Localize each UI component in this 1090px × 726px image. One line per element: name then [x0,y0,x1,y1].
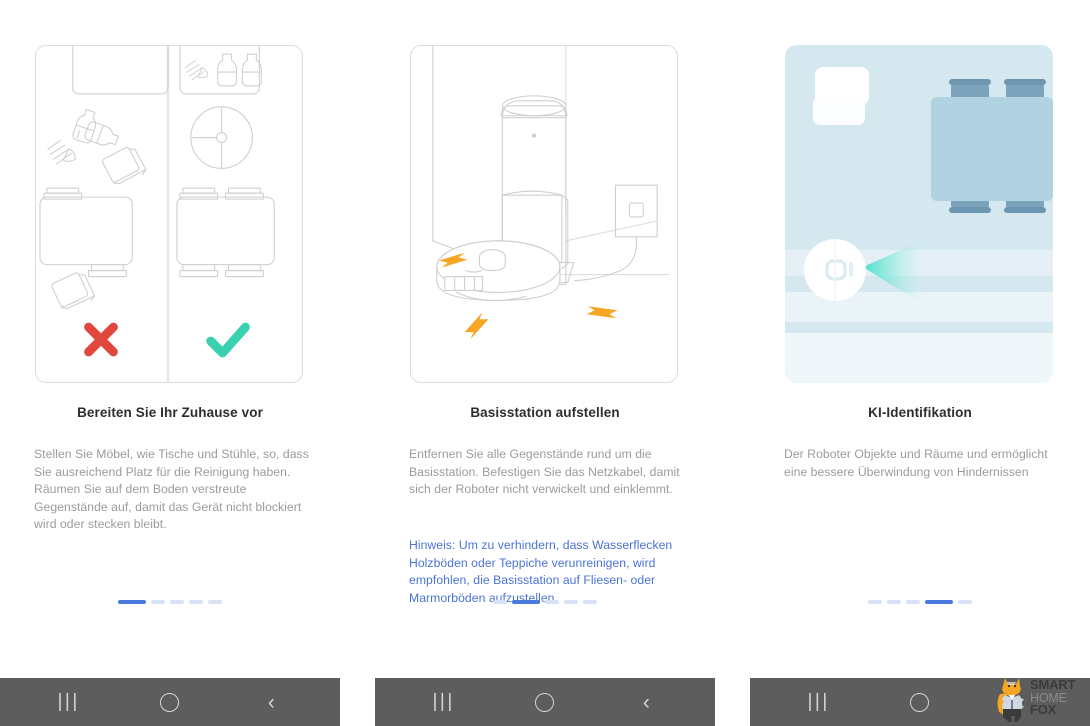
android-nav-bar: ||| ‹ [375,678,715,726]
page-dot-5[interactable] [208,600,222,604]
home-button[interactable] [516,678,574,726]
page-dot-1[interactable] [868,600,882,604]
fox-mascot-icon [997,678,1022,722]
page-dot-4[interactable] [925,600,953,604]
page-indicator[interactable] [0,600,340,604]
page-dot-3[interactable] [545,600,559,604]
page-dot-2[interactable] [512,600,540,604]
page-title: KI-Identifikation [868,405,972,420]
home-button[interactable] [141,678,199,726]
page-note: Hinweis: Um zu verhindern, dass Wasserfl… [409,538,673,605]
page-dot-4[interactable] [189,600,203,604]
check-mark [206,322,250,358]
back-icon[interactable]: ‹ [617,678,675,726]
page-dot-1[interactable] [493,600,507,604]
page-description: Entfernen Sie alle Gegenstände rund um d… [409,447,680,496]
home-icon [535,692,555,712]
page-indicator[interactable] [750,600,1090,604]
page-description: Stellen Sie Möbel, wie Tische und Stühle… [34,447,309,531]
android-nav-bar: ||| ‹ [0,678,340,726]
map-table-and-chairs [931,79,1053,213]
back-icon[interactable]: ‹ [242,678,300,726]
watermark-line-fox: FOX [1030,702,1057,718]
page-dot-3[interactable] [906,600,920,604]
illustration-base-station [410,45,678,383]
page-title: Basisstation aufstellen [470,405,620,420]
home-icon [160,692,180,712]
page-indicator[interactable] [375,600,715,604]
illustration-room-comparison [35,45,303,383]
page-dot-2[interactable] [151,600,165,604]
page-dot-4[interactable] [564,600,578,604]
recents-icon[interactable]: ||| [790,678,848,726]
map-robot [804,239,866,301]
phone-screen-prepare-home: Bereiten Sie Ihr Zuhause vor Stellen Sie… [0,0,340,726]
cross-mark [84,322,118,357]
page-dot-3[interactable] [170,600,184,604]
screenshot-strip: Bereiten Sie Ihr Zuhause vor Stellen Sie… [0,0,1090,726]
page-description: Der Roboter Objekte und Räume und ermögl… [784,447,1048,479]
page-dot-5[interactable] [583,600,597,604]
watermark-line-smart: SMART [1030,677,1076,693]
page-dot-5[interactable] [958,600,972,604]
recents-icon[interactable]: ||| [415,678,473,726]
page-title: Bereiten Sie Ihr Zuhause vor [77,405,263,420]
phone-screen-base-station: Basisstation aufstellen Entfernen Sie al… [375,0,715,726]
home-button[interactable] [891,678,949,726]
phone-screen-ai-identification: KI-Identifikation Der Roboter Objekte un… [750,0,1090,726]
page-dot-1[interactable] [118,600,146,604]
illustration-room-map [785,45,1053,383]
home-icon [910,692,930,712]
recents-icon[interactable]: ||| [40,678,98,726]
page-dot-2[interactable] [887,600,901,604]
map-rug [813,67,869,125]
watermark-logo: SMART HOME FOX [994,672,1088,724]
